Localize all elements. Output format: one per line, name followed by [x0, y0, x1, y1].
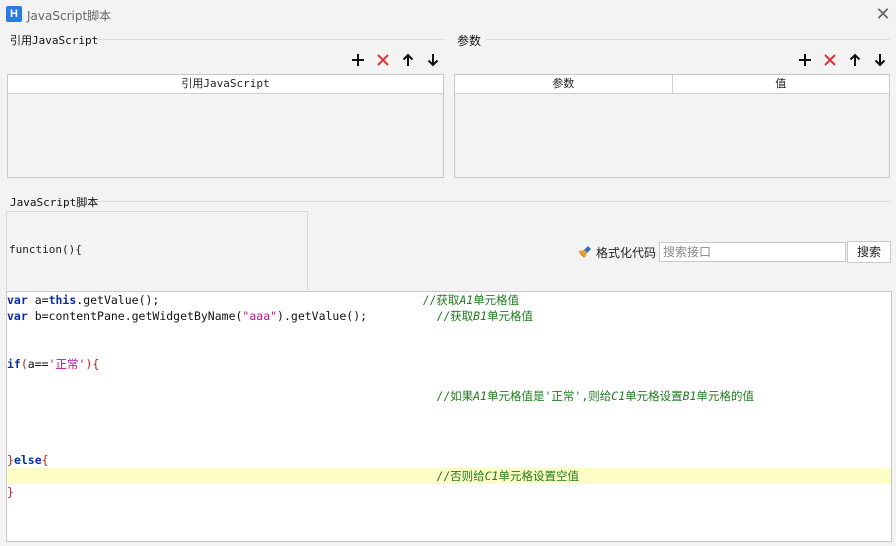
code-editor[interactable]: var a=this.getValue(); //获取A1单元格值 var b=…: [6, 291, 892, 542]
params-move-down-button[interactable]: [869, 49, 891, 69]
params-section-label: 参数: [457, 34, 482, 48]
app-logo-icon: H: [6, 6, 22, 22]
format-code-button[interactable]: 格式化代码: [577, 243, 657, 261]
table-header: 引用JavaScript: [8, 75, 443, 94]
search-button[interactable]: 搜索: [847, 241, 891, 263]
table-header: 参数 值: [455, 75, 889, 94]
column-header-ref-js[interactable]: 引用JavaScript: [8, 75, 443, 93]
ref-move-up-button[interactable]: [397, 49, 419, 69]
ref-add-button[interactable]: [347, 49, 369, 69]
search-input[interactable]: [659, 242, 846, 262]
function-header-box: function(){: [6, 211, 308, 290]
column-header-param[interactable]: 参数: [455, 75, 673, 93]
params-add-button[interactable]: [794, 49, 816, 69]
x-icon: [377, 53, 389, 66]
arrow-down-icon: [427, 53, 439, 66]
code-line: var a=this.getValue(); //获取A1单元格值: [7, 293, 520, 307]
ref-js-section-label: 引用JavaScript: [10, 34, 99, 47]
script-section-label: JavaScript脚本: [10, 196, 99, 209]
code-line: //如果A1单元格值是'正常',则给C1单元格设置B1单元格的值: [436, 389, 754, 403]
x-icon: [824, 53, 836, 66]
params-delete-button[interactable]: [819, 49, 841, 69]
params-move-up-button[interactable]: [844, 49, 866, 69]
params-table[interactable]: 参数 值: [454, 74, 890, 178]
ref-move-down-button[interactable]: [422, 49, 444, 69]
code-line: var b=contentPane.getWidgetByName("aaa")…: [7, 309, 534, 323]
code-line-current: //否则给C1单元格设置空值: [7, 468, 891, 484]
function-header: function(){: [9, 243, 82, 256]
divider: [486, 39, 890, 40]
code-line: }: [7, 485, 14, 499]
title-bar: H JavaScript脚本 ✕: [0, 0, 896, 30]
divider: [96, 201, 890, 202]
ref-js-table[interactable]: 引用JavaScript: [7, 74, 444, 178]
column-header-value[interactable]: 值: [673, 75, 890, 93]
ref-delete-button[interactable]: [372, 49, 394, 69]
arrow-up-icon: [849, 53, 861, 66]
code-line: }else{: [7, 453, 49, 467]
plus-icon: [799, 53, 811, 66]
close-button[interactable]: ✕: [872, 4, 894, 26]
divider: [96, 39, 444, 40]
window-title: JavaScript脚本: [27, 9, 112, 23]
code-line: if(a=='正常'){: [7, 357, 100, 371]
plus-icon: [352, 53, 364, 66]
arrow-up-icon: [402, 53, 414, 66]
close-icon: ✕: [875, 4, 891, 25]
arrow-down-icon: [874, 53, 886, 66]
broom-icon: [578, 246, 591, 258]
format-code-label: 格式化代码: [596, 245, 657, 260]
